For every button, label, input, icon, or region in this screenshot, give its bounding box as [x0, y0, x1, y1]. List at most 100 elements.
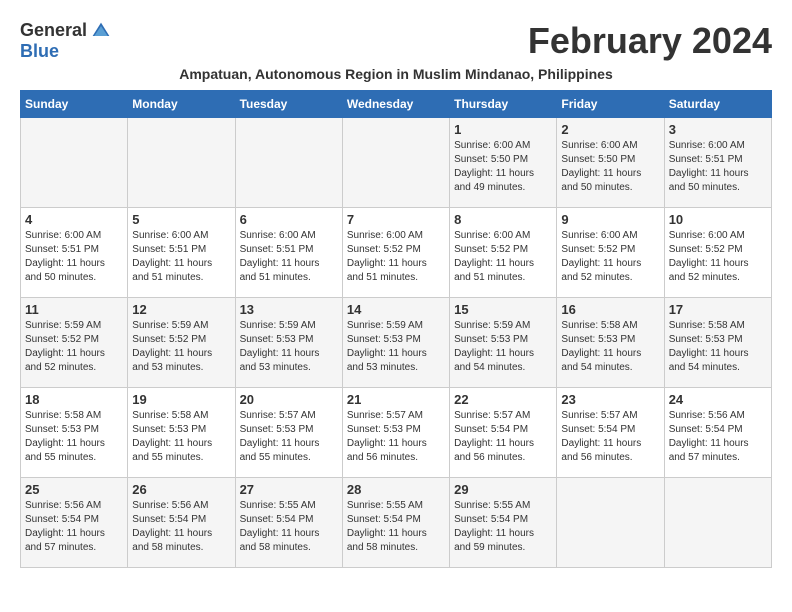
day-cell: 10 Sunrise: 6:00 AMSunset: 5:52 PMDayligh… [664, 208, 771, 298]
day-number: 16 [561, 302, 659, 317]
day-cell: 12Sunrise: 5:59 AMSunset: 5:52 PMDayligh… [128, 298, 235, 388]
day-info: Sunrise: 5:59 AMSunset: 5:53 PMDaylight:… [454, 319, 552, 375]
day-number: 19 [132, 392, 230, 407]
day-cell [21, 118, 128, 208]
day-info: Sunrise: 6:00 AMSunset: 5:50 PMDaylight:… [454, 139, 552, 195]
day-number: 9 [561, 212, 659, 227]
week-row-3: 18 Sunrise: 5:58 AMSunset: 5:53 PMDayligh… [21, 388, 772, 478]
day-number: 10 [669, 212, 767, 227]
day-info: Sunrise: 6:00 AMSunset: 5:52 PMDaylight:… [669, 229, 767, 285]
day-info: Sunrise: 6:00 AMSunset: 5:51 PMDaylight:… [669, 139, 767, 195]
day-info: Sunrise: 5:56 AMSunset: 5:54 PMDaylight:… [25, 499, 123, 555]
day-info: Sunrise: 5:58 AMSunset: 5:53 PMDaylight:… [561, 319, 659, 375]
day-number: 28 [347, 482, 445, 497]
day-info: Sunrise: 5:59 AMSunset: 5:52 PMDaylight:… [25, 319, 123, 375]
day-number: 6 [240, 212, 338, 227]
day-cell: 4 Sunrise: 6:00 AMSunset: 5:51 PMDaylight… [21, 208, 128, 298]
logo: General Blue [20, 20, 111, 62]
day-cell: 3 Sunrise: 6:00 AMSunset: 5:51 PMDaylight… [664, 118, 771, 208]
day-cell: 20 Sunrise: 5:57 AMSunset: 5:53 PMDayligh… [235, 388, 342, 478]
day-info: Sunrise: 6:00 AMSunset: 5:51 PMDaylight:… [132, 229, 230, 285]
day-info: Sunrise: 5:59 AMSunset: 5:52 PMDaylight:… [132, 319, 230, 375]
day-cell: 15 Sunrise: 5:59 AMSunset: 5:53 PMDayligh… [450, 298, 557, 388]
day-number: 25 [25, 482, 123, 497]
logo-blue-text: Blue [20, 41, 59, 62]
day-cell: 29 Sunrise: 5:55 AMSunset: 5:54 PMDayligh… [450, 478, 557, 568]
day-info: Sunrise: 5:57 AMSunset: 5:53 PMDaylight:… [240, 409, 338, 465]
day-cell: 14 Sunrise: 5:59 AMSunset: 5:53 PMDayligh… [342, 298, 449, 388]
day-info: Sunrise: 5:56 AMSunset: 5:54 PMDaylight:… [132, 499, 230, 555]
day-cell [128, 118, 235, 208]
day-cell: 28 Sunrise: 5:55 AMSunset: 5:54 PMDayligh… [342, 478, 449, 568]
day-cell: 1 Sunrise: 6:00 AMSunset: 5:50 PMDaylight… [450, 118, 557, 208]
day-cell: 8Sunrise: 6:00 AMSunset: 5:52 PMDaylight… [450, 208, 557, 298]
day-number: 15 [454, 302, 552, 317]
day-cell [342, 118, 449, 208]
calendar-body: 1 Sunrise: 6:00 AMSunset: 5:50 PMDaylight… [21, 118, 772, 568]
week-row-4: 25 Sunrise: 5:56 AMSunset: 5:54 PMDayligh… [21, 478, 772, 568]
logo-icon [91, 21, 111, 41]
day-number: 17 [669, 302, 767, 317]
calendar-table: SundayMondayTuesdayWednesdayThursdayFrid… [20, 90, 772, 568]
day-info: Sunrise: 5:56 AMSunset: 5:54 PMDaylight:… [669, 409, 767, 465]
day-number: 1 [454, 122, 552, 137]
day-cell: 11Sunrise: 5:59 AMSunset: 5:52 PMDayligh… [21, 298, 128, 388]
day-cell [557, 478, 664, 568]
day-info: Sunrise: 5:58 AMSunset: 5:53 PMDaylight:… [669, 319, 767, 375]
day-cell: 23Sunrise: 5:57 AMSunset: 5:54 PMDayligh… [557, 388, 664, 478]
day-cell [235, 118, 342, 208]
day-info: Sunrise: 5:59 AMSunset: 5:53 PMDaylight:… [347, 319, 445, 375]
header-cell-friday: Friday [557, 91, 664, 118]
day-info: Sunrise: 6:00 AMSunset: 5:51 PMDaylight:… [240, 229, 338, 285]
day-cell: 9 Sunrise: 6:00 AMSunset: 5:52 PMDaylight… [557, 208, 664, 298]
week-row-2: 11Sunrise: 5:59 AMSunset: 5:52 PMDayligh… [21, 298, 772, 388]
day-cell: 22 Sunrise: 5:57 AMSunset: 5:54 PMDayligh… [450, 388, 557, 478]
day-info: Sunrise: 5:55 AMSunset: 5:54 PMDaylight:… [454, 499, 552, 555]
day-info: Sunrise: 6:00 AMSunset: 5:52 PMDaylight:… [347, 229, 445, 285]
day-cell: 18 Sunrise: 5:58 AMSunset: 5:53 PMDayligh… [21, 388, 128, 478]
day-number: 5 [132, 212, 230, 227]
day-cell: 24Sunrise: 5:56 AMSunset: 5:54 PMDayligh… [664, 388, 771, 478]
day-number: 18 [25, 392, 123, 407]
day-cell: 26 Sunrise: 5:56 AMSunset: 5:54 PMDayligh… [128, 478, 235, 568]
day-cell: 7 Sunrise: 6:00 AMSunset: 5:52 PMDaylight… [342, 208, 449, 298]
day-info: Sunrise: 5:58 AMSunset: 5:53 PMDaylight:… [25, 409, 123, 465]
day-cell: 21Sunrise: 5:57 AMSunset: 5:53 PMDayligh… [342, 388, 449, 478]
day-number: 29 [454, 482, 552, 497]
day-info: Sunrise: 6:00 AMSunset: 5:51 PMDaylight:… [25, 229, 123, 285]
header-cell-wednesday: Wednesday [342, 91, 449, 118]
day-info: Sunrise: 5:55 AMSunset: 5:54 PMDaylight:… [240, 499, 338, 555]
day-number: 3 [669, 122, 767, 137]
day-cell: 25 Sunrise: 5:56 AMSunset: 5:54 PMDayligh… [21, 478, 128, 568]
day-number: 22 [454, 392, 552, 407]
day-number: 4 [25, 212, 123, 227]
week-row-1: 4 Sunrise: 6:00 AMSunset: 5:51 PMDaylight… [21, 208, 772, 298]
day-cell: 2Sunrise: 6:00 AMSunset: 5:50 PMDaylight… [557, 118, 664, 208]
day-number: 26 [132, 482, 230, 497]
day-info: Sunrise: 5:58 AMSunset: 5:53 PMDaylight:… [132, 409, 230, 465]
day-number: 20 [240, 392, 338, 407]
day-number: 13 [240, 302, 338, 317]
day-number: 7 [347, 212, 445, 227]
header: General Blue February 2024 [20, 20, 772, 62]
day-number: 23 [561, 392, 659, 407]
day-number: 8 [454, 212, 552, 227]
header-cell-sunday: Sunday [21, 91, 128, 118]
day-number: 14 [347, 302, 445, 317]
header-cell-saturday: Saturday [664, 91, 771, 118]
month-title: February 2024 [528, 20, 772, 62]
day-info: Sunrise: 6:00 AMSunset: 5:52 PMDaylight:… [561, 229, 659, 285]
day-info: Sunrise: 5:55 AMSunset: 5:54 PMDaylight:… [347, 499, 445, 555]
header-cell-tuesday: Tuesday [235, 91, 342, 118]
logo-general-text: General [20, 20, 87, 41]
day-cell: 17 Sunrise: 5:58 AMSunset: 5:53 PMDayligh… [664, 298, 771, 388]
header-row: SundayMondayTuesdayWednesdayThursdayFrid… [21, 91, 772, 118]
day-cell: 5 Sunrise: 6:00 AMSunset: 5:51 PMDaylight… [128, 208, 235, 298]
day-cell: 16 Sunrise: 5:58 AMSunset: 5:53 PMDayligh… [557, 298, 664, 388]
day-cell: 6 Sunrise: 6:00 AMSunset: 5:51 PMDaylight… [235, 208, 342, 298]
day-cell: 19 Sunrise: 5:58 AMSunset: 5:53 PMDayligh… [128, 388, 235, 478]
calendar-header: SundayMondayTuesdayWednesdayThursdayFrid… [21, 91, 772, 118]
subtitle: Ampatuan, Autonomous Region in Muslim Mi… [20, 66, 772, 82]
day-number: 27 [240, 482, 338, 497]
day-info: Sunrise: 5:57 AMSunset: 5:54 PMDaylight:… [454, 409, 552, 465]
